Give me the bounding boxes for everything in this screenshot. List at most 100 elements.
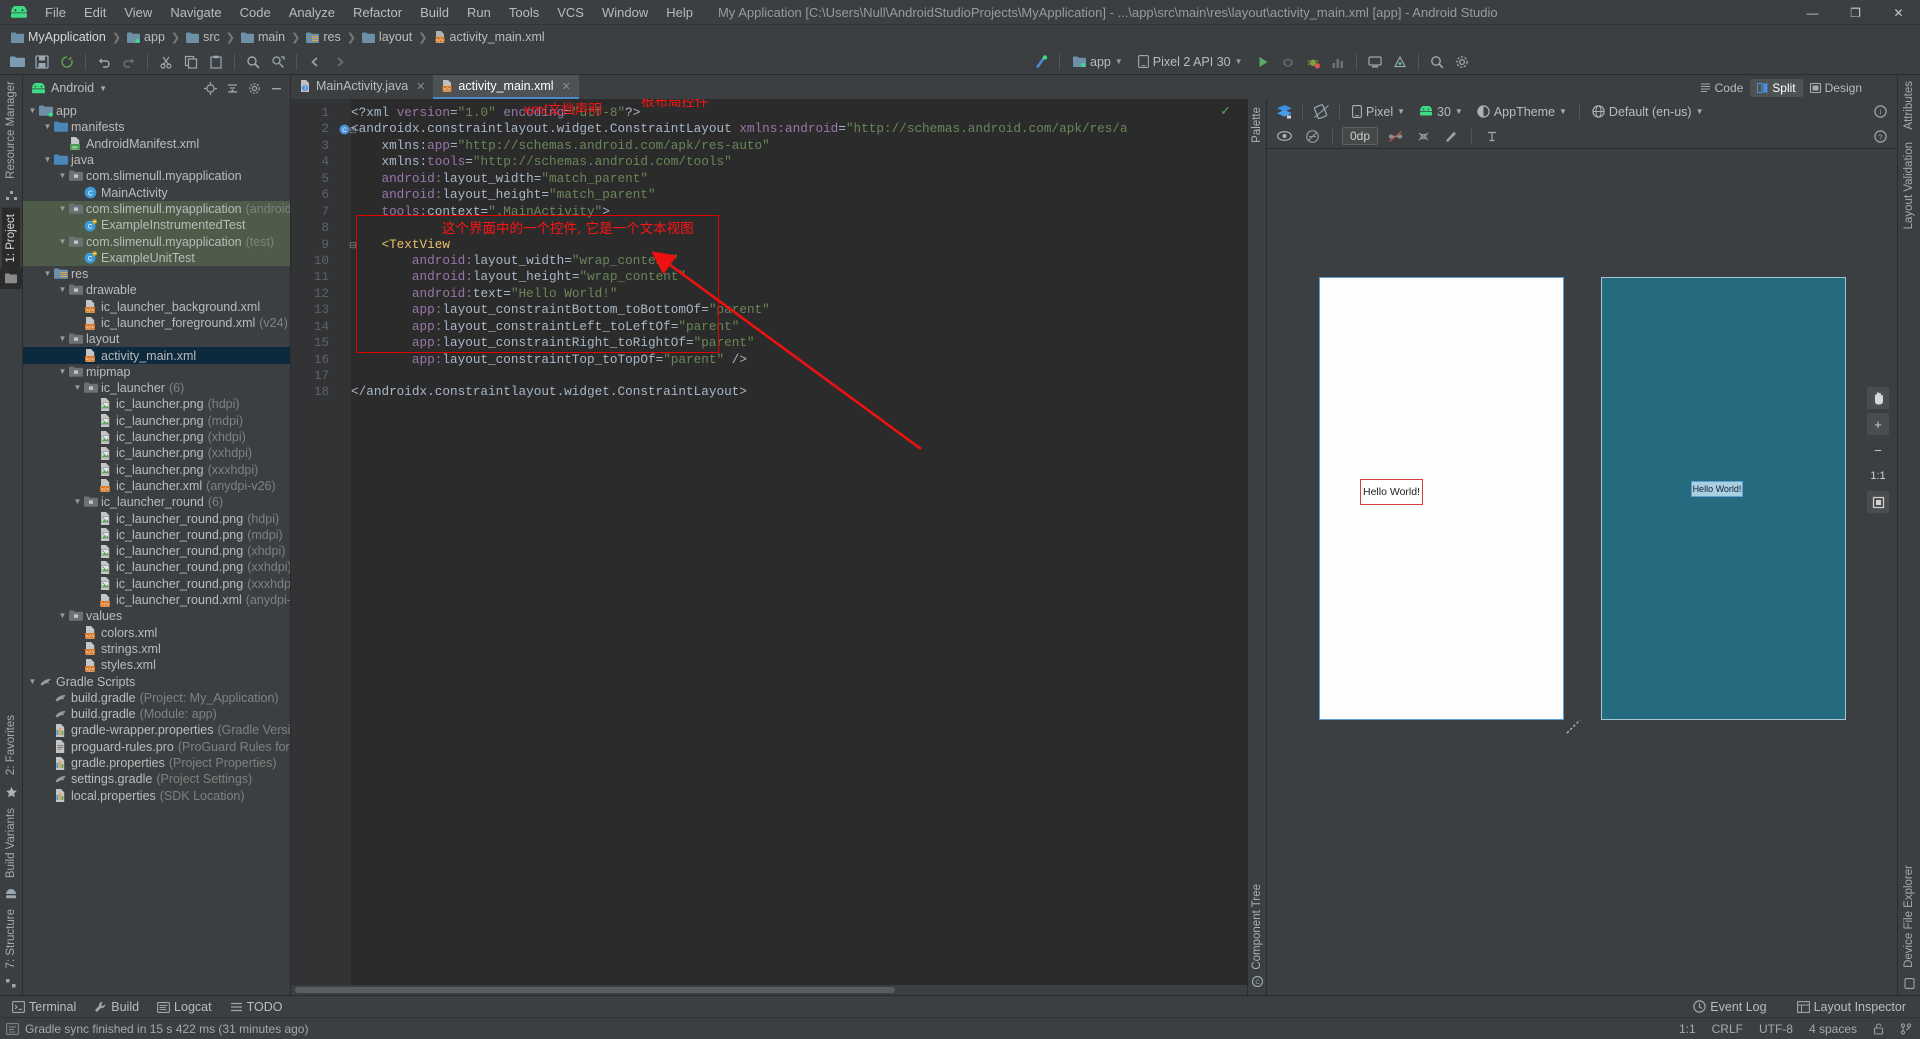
- theme-combo[interactable]: AppTheme ▼: [1472, 102, 1572, 122]
- sync-icon[interactable]: [56, 51, 78, 72]
- menu-analyze[interactable]: Analyze: [280, 3, 344, 22]
- tree-node[interactable]: ▼ values: [23, 608, 290, 624]
- settings-gear-icon[interactable]: [1451, 51, 1473, 72]
- menu-code[interactable]: Code: [231, 3, 280, 22]
- tree-node[interactable]: ic_launcher_round.png (mdpi): [23, 527, 290, 543]
- locale-combo[interactable]: Default (en-us) ▼: [1587, 102, 1709, 122]
- chevron-down-icon[interactable]: ▼: [57, 201, 68, 217]
- align-text-icon[interactable]: [1481, 126, 1503, 146]
- chevron-down-icon[interactable]: ▼: [42, 266, 53, 282]
- tree-node[interactable]: </> styles.xml: [23, 657, 290, 673]
- tree-node[interactable]: ic_launcher_round.png (xxhdpi): [23, 559, 290, 575]
- tree-node[interactable]: settings.gradle (Project Settings): [23, 771, 290, 787]
- maximize-button[interactable]: ❐: [1834, 0, 1877, 25]
- menu-navigate[interactable]: Navigate: [161, 3, 230, 22]
- code-line[interactable]: android:text="Hello World!": [351, 286, 1247, 302]
- tree-node[interactable]: ic_launcher.png (xxxhdpi): [23, 462, 290, 478]
- chevron-down-icon[interactable]: ▼: [27, 674, 38, 690]
- editor-mode-design[interactable]: Design: [1803, 79, 1869, 97]
- device-selector[interactable]: Pixel 2 API 30 ▼: [1132, 51, 1249, 72]
- tree-node[interactable]: ic_launcher.png (mdpi): [23, 413, 290, 429]
- textview-blueprint[interactable]: Hello World!: [1691, 481, 1743, 497]
- code-line[interactable]: tools:context=".MainActivity">: [351, 204, 1247, 220]
- tree-node[interactable]: gradle.properties (Project Properties): [23, 755, 290, 771]
- indent-setting[interactable]: 4 spaces: [1809, 1022, 1857, 1036]
- breadcrumb-item-project[interactable]: MyApplication: [8, 30, 109, 44]
- chevron-down-icon[interactable]: ▼: [42, 152, 53, 168]
- tree-node[interactable]: ▼ res: [23, 266, 290, 282]
- save-all-icon[interactable]: [31, 51, 53, 72]
- toolwindow-logcat[interactable]: Logcat: [149, 998, 220, 1016]
- menu-edit[interactable]: Edit: [75, 3, 115, 22]
- zoom-out-button[interactable]: −: [1867, 439, 1889, 461]
- default-margin-field[interactable]: 0dp: [1342, 127, 1378, 145]
- tree-node[interactable]: </> ic_launcher_background.xml: [23, 299, 290, 315]
- design-canvas[interactable]: Hello World! Hello World! + − 1:1: [1267, 149, 1897, 995]
- minimize-button[interactable]: —: [1791, 0, 1834, 25]
- tree-node[interactable]: ic_launcher_round.png (hdpi): [23, 510, 290, 526]
- breadcrumb-item-layout[interactable]: layout: [359, 30, 415, 44]
- palette-label[interactable]: Palette: [1251, 107, 1263, 143]
- find-icon[interactable]: [242, 51, 264, 72]
- back-icon[interactable]: [304, 51, 326, 72]
- code-line[interactable]: android:layout_height="match_parent": [351, 187, 1247, 203]
- redo-icon[interactable]: [118, 51, 140, 72]
- code-line[interactable]: <?xml version="1.0" encoding="utf-8"?>: [351, 105, 1247, 121]
- code-line[interactable]: app:layout_constraintTop_toTopOf="parent…: [351, 352, 1247, 368]
- lock-icon[interactable]: [1873, 1022, 1884, 1035]
- forward-icon[interactable]: [329, 51, 351, 72]
- device-preview-white[interactable]: Hello World!: [1319, 277, 1564, 720]
- rail-tab-project[interactable]: 1: Project: [2, 207, 20, 269]
- tree-node[interactable]: build.gradle (Project: My_Application): [23, 690, 290, 706]
- undo-icon[interactable]: [93, 51, 115, 72]
- settings-icon[interactable]: [245, 79, 264, 98]
- rail-tab-device-file-explorer[interactable]: Device File Explorer: [1900, 859, 1918, 974]
- tree-node[interactable]: local.properties (SDK Location): [23, 787, 290, 803]
- tree-node[interactable]: ic_launcher_round.png(xxxhdpi): [23, 576, 290, 592]
- copy-icon[interactable]: [180, 51, 202, 72]
- inspection-ok-icon[interactable]: ✓: [1220, 103, 1231, 119]
- rail-tab-layout-validation[interactable]: Layout Validation: [1900, 136, 1918, 235]
- component-tree-label[interactable]: Component Tree: [1251, 884, 1263, 970]
- canvas-resize-handle[interactable]: [1566, 719, 1582, 735]
- editor-tab-activity-main-xml[interactable]: </> activity_main.xml ✕: [433, 75, 579, 99]
- tree-node[interactable]: ▼ manifests: [23, 119, 290, 135]
- search-everywhere-icon[interactable]: [1426, 51, 1448, 72]
- chevron-down-icon[interactable]: ▼: [72, 494, 83, 510]
- code-line[interactable]: android:layout_width="match_parent": [351, 171, 1247, 187]
- chevron-down-icon[interactable]: ▼: [42, 119, 53, 135]
- device-combo[interactable]: Pixel ▼: [1347, 102, 1410, 122]
- device-preview-blueprint[interactable]: Hello World!: [1601, 277, 1846, 720]
- blueprint-toggle-icon[interactable]: [1301, 126, 1323, 146]
- tree-node[interactable]: ic_launcher.png (xxhdpi): [23, 445, 290, 461]
- orientation-icon[interactable]: [1310, 102, 1332, 122]
- tree-node[interactable]: ▼ drawable: [23, 282, 290, 298]
- textview-preview[interactable]: Hello World!: [1360, 479, 1423, 505]
- tree-node[interactable]: </> ic_launcher_round.xml(anydpi-v26): [23, 592, 290, 608]
- tree-node[interactable]: ▼ com.slimenull.myapplication(androidTest…: [23, 200, 290, 218]
- code-line[interactable]: [351, 368, 1247, 384]
- design-help-icon[interactable]: ?: [1869, 126, 1891, 146]
- toolwindow-todo[interactable]: TODO: [222, 998, 291, 1016]
- code-line[interactable]: [351, 220, 1247, 236]
- editor-tab-mainactivity[interactable]: J MainActivity.java ✕: [291, 75, 433, 99]
- menu-tools[interactable]: Tools: [500, 3, 548, 22]
- clear-constraints-icon[interactable]: [1412, 126, 1434, 146]
- zoom-to-fit-icon[interactable]: [1867, 491, 1889, 513]
- collapse-all-icon[interactable]: [223, 79, 242, 98]
- tree-node[interactable]: ▼ com.slimenull.myapplication (test): [23, 233, 290, 250]
- chevron-down-icon[interactable]: ▼: [57, 331, 68, 347]
- rail-tab-favorites[interactable]: 2: Favorites: [2, 709, 20, 781]
- file-encoding[interactable]: UTF-8: [1759, 1022, 1793, 1036]
- chevron-down-icon[interactable]: ▼: [72, 380, 83, 396]
- rail-tab-attributes[interactable]: Attributes: [1900, 75, 1918, 136]
- hide-icon[interactable]: [267, 79, 286, 98]
- menu-run[interactable]: Run: [458, 3, 500, 22]
- breadcrumb-item-res[interactable]: res: [303, 30, 343, 44]
- tree-node[interactable]: </> colors.xml: [23, 625, 290, 641]
- editor-mode-split[interactable]: Split: [1750, 78, 1803, 97]
- avd-manager-icon[interactable]: [1364, 51, 1386, 72]
- toolwindow-event-log[interactable]: Event Log: [1685, 998, 1774, 1016]
- tree-node[interactable]: ic_launcher_round.png (xhdpi): [23, 543, 290, 559]
- tree-node[interactable]: C ExampleUnitTest: [23, 249, 290, 266]
